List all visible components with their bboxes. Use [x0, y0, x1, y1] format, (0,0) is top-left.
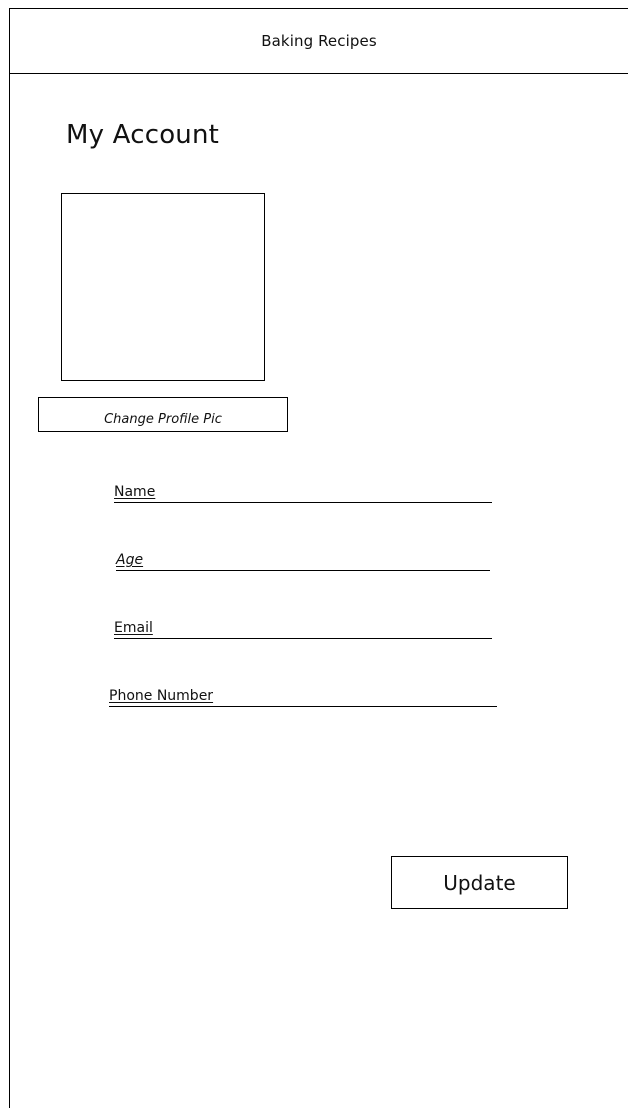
update-button[interactable]: Update: [391, 856, 568, 909]
change-profile-pic-label: Change Profile Pic: [104, 412, 222, 427]
phone-number-label: Phone Number: [109, 688, 214, 704]
age-field[interactable]: Age: [116, 547, 490, 571]
age-label: Age: [116, 552, 144, 568]
app-title: Baking Recipes: [261, 31, 377, 50]
age-input[interactable]: [143, 550, 490, 570]
name-field[interactable]: Name: [114, 479, 492, 503]
app-header: Baking Recipes: [9, 8, 628, 74]
email-label: Email: [114, 620, 153, 636]
email-field[interactable]: Email: [114, 615, 492, 639]
email-input[interactable]: [152, 618, 492, 638]
phone-number-field[interactable]: Phone Number: [109, 683, 497, 707]
name-label: Name: [114, 484, 156, 500]
change-profile-pic-button[interactable]: Change Profile Pic: [38, 397, 288, 432]
phone-number-input[interactable]: [213, 686, 497, 706]
update-button-label: Update: [443, 870, 516, 895]
profile-picture-placeholder: [61, 193, 265, 381]
page-title: My Account: [66, 120, 220, 150]
name-input[interactable]: [155, 482, 492, 502]
